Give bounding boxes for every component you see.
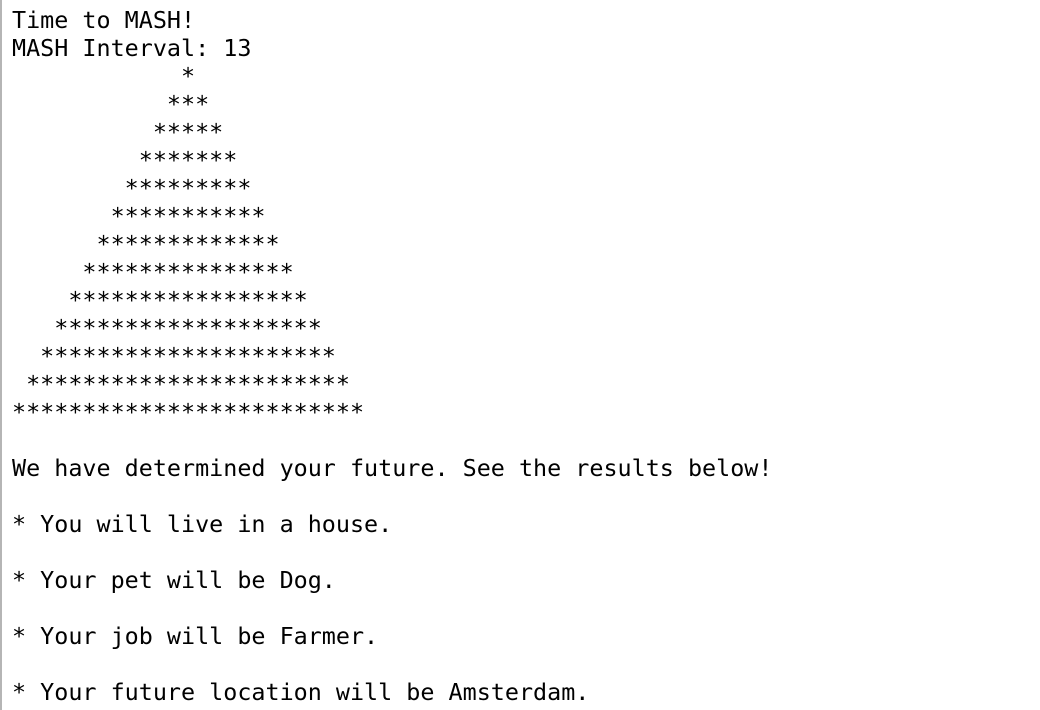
pyramid-row: *********************** <box>12 370 350 398</box>
pyramid-row: ************* <box>12 230 280 258</box>
pyramid-row: *********** <box>12 202 266 230</box>
pyramid-row: ********************* <box>12 342 336 370</box>
pyramid-row: ******************* <box>12 314 322 342</box>
pyramid-row: ***************** <box>12 286 308 314</box>
output-summary-line: We have determined your future. See the … <box>12 454 773 482</box>
output-title-line: Time to MASH! <box>12 6 196 34</box>
pyramid-row: ***** <box>12 118 224 146</box>
terminal-output: Time to MASH! MASH Interval: 13 * *** ***… <box>12 6 772 706</box>
pyramid-row: ********* <box>12 174 252 202</box>
output-interval-line: MASH Interval: 13 <box>12 34 252 62</box>
result-line-home: * You will live in a house. <box>12 510 393 538</box>
result-line-location: * Your future location will be Amsterdam… <box>12 678 590 706</box>
pyramid-row: *** <box>12 90 210 118</box>
result-line-job: * Your job will be Farmer. <box>12 622 379 650</box>
pyramid-row: ******* <box>12 146 238 174</box>
pyramid-row: * <box>12 62 196 90</box>
result-line-pet: * Your pet will be Dog. <box>12 566 336 594</box>
pyramid-row: ************************* <box>12 398 365 426</box>
terminal-window[interactable]: Time to MASH! MASH Interval: 13 * *** ***… <box>0 0 1040 710</box>
pyramid-row: *************** <box>12 258 294 286</box>
